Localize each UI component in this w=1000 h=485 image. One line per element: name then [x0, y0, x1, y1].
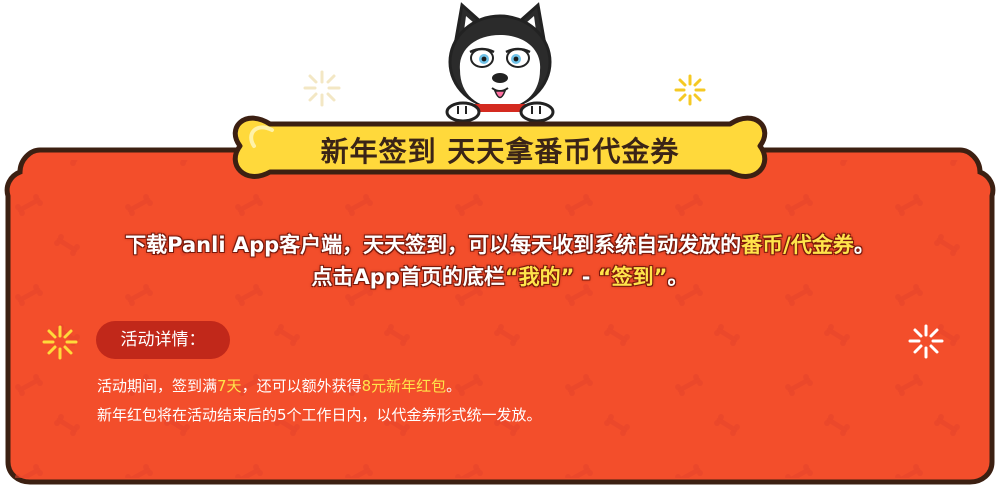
- intro-line-2-prefix: 点击App首页的底栏: [311, 265, 505, 289]
- intro-text: 下载Panli App客户端，天天签到，可以每天收到系统自动发放的番币/代金券。…: [0, 229, 1000, 293]
- intro-line-2: 点击App首页的底栏“我的” - “签到”。: [0, 261, 1000, 293]
- details-days-highlight: 7天: [217, 377, 242, 395]
- details-line-1-prefix: 活动期间，签到满: [97, 377, 218, 395]
- intro-line-1-suffix: 。: [853, 233, 875, 257]
- intro-line-2-sep: -: [574, 265, 598, 289]
- promo-banner: 新年签到 天天拿番币代金券 下载Panli App客户端，天天签到，可以每天收到…: [0, 0, 1000, 485]
- details-reward-highlight: 8元新年红包: [361, 377, 447, 395]
- details-line-2: 新年红包将在活动结束后的5个工作日内，以代金券形式统一发放。: [97, 406, 542, 424]
- details-line-1-suffix: 。: [446, 377, 462, 395]
- details-label-badge: 活动详情：: [96, 321, 230, 359]
- details-line-1-mid: ，还可以额外获得: [241, 377, 362, 395]
- details-text: 活动期间，签到满7天，还可以额外获得8元新年红包。 新年红包将在活动结束后的5个…: [97, 372, 542, 430]
- intro-line-1-prefix: 下载Panli App客户端，天天签到，可以每天收到系统自动发放的: [125, 233, 742, 257]
- intro-line-1: 下载Panli App客户端，天天签到，可以每天收到系统自动发放的番币/代金券。: [0, 229, 1000, 261]
- sparkle-icon: [674, 74, 706, 106]
- banner-title: 新年签到 天天拿番币代金券: [320, 135, 680, 168]
- sparkle-icon: [303, 70, 341, 107]
- intro-line-2-suffix: 。: [667, 265, 689, 289]
- intro-tab-checkin: “签到”: [597, 265, 668, 289]
- husky-dog-mascot: [445, 2, 555, 123]
- intro-tab-mine: “我的”: [504, 265, 575, 289]
- details-line-1: 活动期间，签到满7天，还可以额外获得8元新年红包。: [97, 372, 542, 401]
- intro-reward-highlight: 番币/代金券: [741, 233, 854, 257]
